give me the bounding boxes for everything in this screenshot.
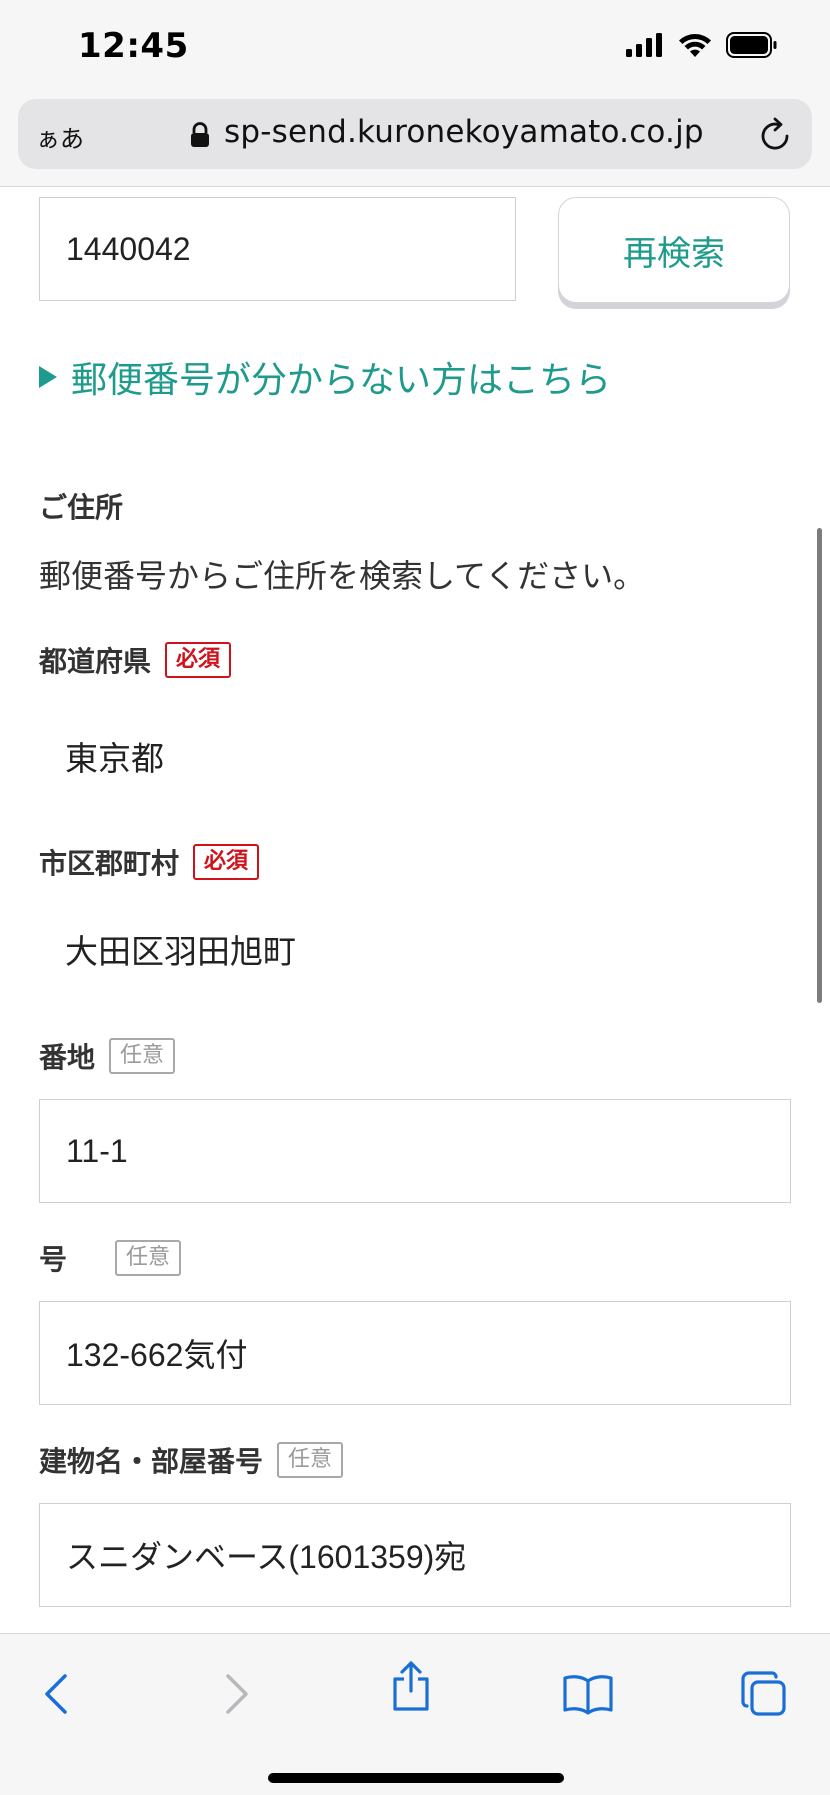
number-label-row: 号 任意 [39, 1238, 182, 1278]
block-label-row: 番地 任意 [39, 1036, 176, 1076]
cellular-signal-icon [626, 33, 662, 57]
forward-button[interactable] [207, 1664, 267, 1724]
status-icons [626, 32, 778, 58]
battery-icon [726, 32, 777, 58]
building-input[interactable]: スニダンベース(1601359)宛 [39, 1503, 791, 1607]
prefecture-label-row: 都道府県 必須 [39, 640, 232, 680]
research-button[interactable]: 再検索 [558, 197, 790, 303]
tabs-icon [741, 1671, 786, 1716]
browser-toolbar [0, 1633, 830, 1795]
optional-badge: 任意 [109, 1038, 176, 1074]
zip-help-link[interactable]: 郵便番号が分からない方はこちら [39, 351, 611, 403]
city-label: 市区郡町村 [39, 847, 180, 880]
back-button[interactable] [26, 1664, 86, 1724]
page-content: 1440042 再検索 郵便番号が分からない方はこちら ご住所 郵便番号からご住… [0, 188, 830, 1633]
prefecture-label: 都道府県 [39, 645, 152, 678]
required-badge: 必須 [193, 844, 260, 880]
scroll-indicator[interactable] [817, 528, 822, 1003]
url-text[interactable]: sp-send.kuronekoyamato.co.jp [224, 114, 704, 150]
tabs-button[interactable] [734, 1664, 794, 1724]
city-label-row: 市区郡町村 必須 [39, 842, 260, 882]
building-label-row: 建物名・部屋番号 任意 [39, 1440, 344, 1480]
number-label: 号 [39, 1243, 68, 1276]
bookmarks-button[interactable] [558, 1664, 618, 1724]
optional-badge: 任意 [277, 1442, 344, 1478]
zip-help-link-label: 郵便番号が分からない方はこちら [71, 360, 612, 401]
share-button[interactable] [381, 1656, 441, 1716]
reload-icon[interactable] [758, 115, 794, 153]
wifi-icon [679, 34, 711, 57]
share-icon [393, 1661, 429, 1711]
address-helper-text: 郵便番号からご住所を検索してください。 [39, 557, 646, 595]
address-bar[interactable]: ぁあ sp-send.kuronekoyamato.co.jp [18, 99, 812, 169]
number-input[interactable]: 132-662気付 [39, 1301, 791, 1405]
block-label: 番地 [39, 1041, 96, 1074]
lock-icon [191, 122, 209, 147]
block-input[interactable]: 11-1 [39, 1099, 791, 1203]
optional-badge: 任意 [115, 1240, 182, 1276]
browser-address-area: ぁあ sp-send.kuronekoyamato.co.jp [0, 95, 830, 187]
forward-icon [226, 1674, 248, 1714]
bookmarks-icon [563, 1675, 613, 1715]
home-indicator[interactable] [268, 1773, 564, 1783]
prefecture-value: 東京都 [65, 739, 164, 778]
building-label: 建物名・部屋番号 [39, 1445, 264, 1478]
back-icon [45, 1674, 67, 1714]
status-time: 12:45 [78, 26, 189, 66]
city-value: 大田区羽田旭町 [65, 932, 296, 971]
required-badge: 必須 [165, 642, 232, 678]
text-size-button[interactable]: ぁあ [36, 119, 84, 154]
zip-code-input[interactable]: 1440042 [39, 197, 516, 301]
address-section-title: ご住所 [39, 491, 124, 524]
triangle-right-icon [39, 366, 57, 388]
status-bar: 12:45 [0, 0, 830, 95]
